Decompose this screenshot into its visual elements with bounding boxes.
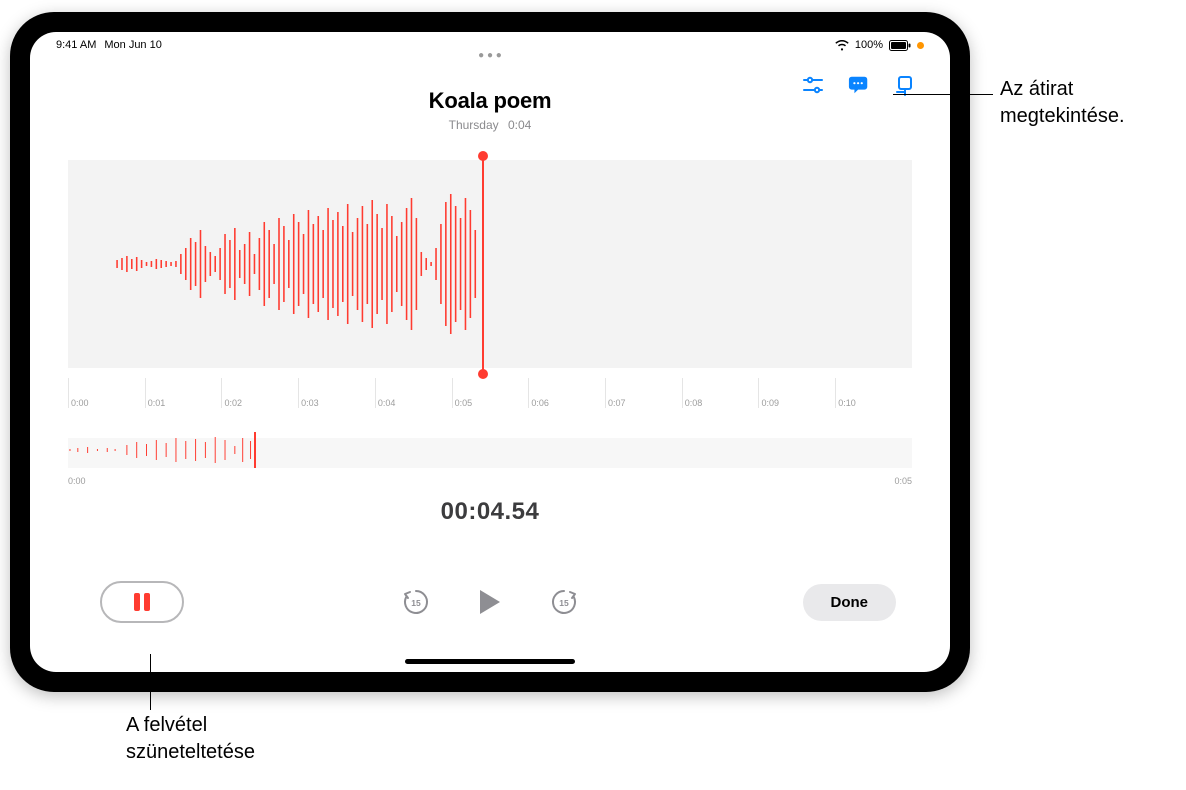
multitask-dots-icon[interactable]: ● ● ●: [478, 50, 502, 61]
screen: 9:41 AM Mon Jun 10 100% ● ● ●: [30, 32, 950, 672]
ruler-tick: 0:02: [224, 398, 242, 408]
overview-waveform[interactable]: 0:00 0:05: [68, 432, 912, 482]
svg-text:15: 15: [411, 598, 421, 608]
svg-text:15: 15: [559, 598, 569, 608]
overview-start-time: 0:00: [68, 476, 86, 486]
ruler-tick: 0:09: [761, 398, 779, 408]
callout-pause: A felvételszüneteltetése: [126, 712, 255, 766]
ruler-tick: 0:01: [148, 398, 166, 408]
skip-forward-15-button[interactable]: 15: [548, 586, 580, 618]
overview-playhead[interactable]: [254, 432, 256, 468]
ruler-tick: 0:08: [685, 398, 703, 408]
home-indicator[interactable]: [405, 659, 575, 664]
ruler-tick: 0:04: [378, 398, 396, 408]
wifi-icon: [835, 40, 849, 51]
callout-line: [150, 654, 151, 710]
recording-header: Koala poem Thursday 0:04: [30, 88, 950, 132]
ruler-tick: 0:00: [71, 398, 89, 408]
waveform-icon: [68, 160, 912, 368]
recording-indicator-dot: [917, 42, 924, 49]
callout-line: [893, 94, 993, 95]
transport-controls: 15 15 Done: [30, 572, 950, 632]
status-date: Mon Jun 10: [104, 39, 161, 51]
ipad-frame: 9:41 AM Mon Jun 10 100% ● ● ●: [10, 12, 970, 692]
ruler-tick: 0:10: [838, 398, 856, 408]
play-button[interactable]: [474, 586, 506, 618]
ruler-tick: 0:05: [455, 398, 473, 408]
recording-duration: 0:04: [508, 118, 531, 132]
callout-transcript: Az átiratmegtekintése.: [1000, 76, 1125, 130]
overview-waveform-icon: [68, 432, 912, 468]
ruler-tick: 0:06: [531, 398, 549, 408]
time-ruler: 0:00 0:01 0:02 0:03 0:04 0:05 0:06 0:07 …: [68, 378, 912, 408]
skip-back-15-button[interactable]: 15: [400, 586, 432, 618]
main-waveform-area[interactable]: 0:00 0:01 0:02 0:03 0:04 0:05 0:06 0:07 …: [68, 160, 912, 408]
elapsed-timer: 00:04.54: [30, 498, 950, 526]
recording-title[interactable]: Koala poem: [30, 88, 950, 114]
ruler-tick: 0:03: [301, 398, 319, 408]
battery-percent: 100%: [855, 39, 883, 51]
ruler-tick: 0:07: [608, 398, 626, 408]
overview-end-time: 0:05: [894, 476, 912, 486]
pause-button[interactable]: [100, 581, 184, 623]
playhead[interactable]: [482, 156, 484, 374]
status-time: 9:41 AM: [56, 39, 96, 51]
pause-icon: [134, 593, 150, 611]
done-button[interactable]: Done: [803, 584, 897, 621]
battery-icon: [889, 40, 911, 51]
recording-day: Thursday: [449, 118, 499, 132]
